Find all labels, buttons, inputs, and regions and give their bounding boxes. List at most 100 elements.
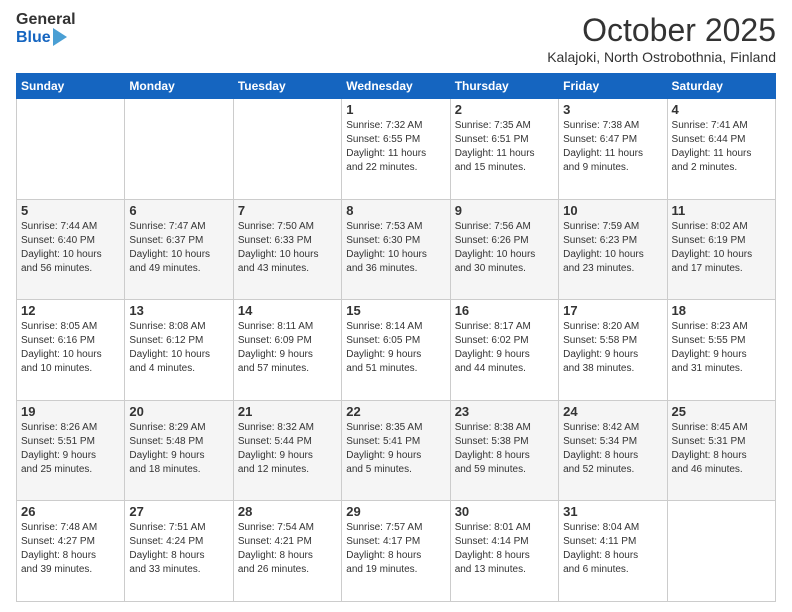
calendar-table: Sunday Monday Tuesday Wednesday Thursday… [16,73,776,602]
day-info: Sunrise: 8:08 AM Sunset: 6:12 PM Dayligh… [129,320,228,376]
day-info: Sunrise: 7:32 AM Sunset: 6:55 PM Dayligh… [346,119,445,175]
table-row: 19 Sunrise: 8:26 AM Sunset: 5:51 PM Dayli… [17,400,125,501]
day-info: Sunrise: 8:45 AM Sunset: 5:31 PM Dayligh… [672,421,771,477]
month-title: October 2025 [547,12,776,49]
day-info: Sunrise: 7:53 AM Sunset: 6:30 PM Dayligh… [346,220,445,276]
logo-blue-text: Blue [16,28,76,46]
day-info: Sunrise: 8:23 AM Sunset: 5:55 PM Dayligh… [672,320,771,376]
calendar-week-1: 1Sunrise: 7:32 AM Sunset: 6:55 PM Daylig… [17,99,776,200]
day-info: Sunrise: 8:26 AM Sunset: 5:51 PM Dayligh… [21,421,120,477]
day-info: Sunrise: 7:47 AM Sunset: 6:37 PM Dayligh… [129,220,228,276]
day-info: Sunrise: 7:35 AM Sunset: 6:51 PM Dayligh… [455,119,554,175]
day-number: 21 [238,404,337,419]
day-number: 15 [346,303,445,318]
day-number: 11 [672,203,771,218]
day-number: 17 [563,303,662,318]
day-number: 9 [455,203,554,218]
weekday-header-row: Sunday Monday Tuesday Wednesday Thursday… [17,74,776,99]
day-number: 3 [563,102,662,117]
table-row [125,99,233,200]
table-row: 1Sunrise: 7:32 AM Sunset: 6:55 PM Daylig… [342,99,450,200]
col-friday: Friday [559,74,667,99]
calendar-week-2: 5Sunrise: 7:44 AM Sunset: 6:40 PM Daylig… [17,199,776,300]
day-number: 10 [563,203,662,218]
day-number: 30 [455,504,554,519]
table-row: 22Sunrise: 8:35 AM Sunset: 5:41 PM Dayli… [342,400,450,501]
table-row: 9 Sunrise: 7:56 AM Sunset: 6:26 PM Daylig… [450,199,558,300]
day-info: Sunrise: 7:38 AM Sunset: 6:47 PM Dayligh… [563,119,662,175]
day-info: Sunrise: 8:20 AM Sunset: 5:58 PM Dayligh… [563,320,662,376]
col-wednesday: Wednesday [342,74,450,99]
day-info: Sunrise: 8:05 AM Sunset: 6:16 PM Dayligh… [21,320,120,376]
day-info: Sunrise: 8:42 AM Sunset: 5:34 PM Dayligh… [563,421,662,477]
table-row: 16 Sunrise: 8:17 AM Sunset: 6:02 PM Dayli… [450,300,558,401]
day-number: 14 [238,303,337,318]
col-saturday: Saturday [667,74,775,99]
day-number: 13 [129,303,228,318]
day-number: 16 [455,303,554,318]
day-info: Sunrise: 8:38 AM Sunset: 5:38 PM Dayligh… [455,421,554,477]
title-block: October 2025 Kalajoki, North Ostrobothni… [547,12,776,65]
table-row: 27Sunrise: 7:51 AM Sunset: 4:24 PM Dayli… [125,501,233,602]
day-info: Sunrise: 8:01 AM Sunset: 4:14 PM Dayligh… [455,521,554,577]
table-row [233,99,341,200]
day-number: 28 [238,504,337,519]
page-container: General Blue October 2025 Kalajoki, Nort… [0,0,792,612]
day-info: Sunrise: 8:17 AM Sunset: 6:02 PM Dayligh… [455,320,554,376]
calendar-week-4: 19 Sunrise: 8:26 AM Sunset: 5:51 PM Dayli… [17,400,776,501]
day-number: 25 [672,404,771,419]
table-row: 25 Sunrise: 8:45 AM Sunset: 5:31 PM Dayli… [667,400,775,501]
table-row: 24 Sunrise: 8:42 AM Sunset: 5:34 PM Dayli… [559,400,667,501]
table-row: 14 Sunrise: 8:11 AM Sunset: 6:09 PM Dayli… [233,300,341,401]
day-info: Sunrise: 8:11 AM Sunset: 6:09 PM Dayligh… [238,320,337,376]
day-number: 8 [346,203,445,218]
col-monday: Monday [125,74,233,99]
day-info: Sunrise: 8:02 AM Sunset: 6:19 PM Dayligh… [672,220,771,276]
table-row: 7Sunrise: 7:50 AM Sunset: 6:33 PM Daylig… [233,199,341,300]
table-row: 12 Sunrise: 8:05 AM Sunset: 6:16 PM Dayli… [17,300,125,401]
day-info: Sunrise: 7:57 AM Sunset: 4:17 PM Dayligh… [346,521,445,577]
table-row: 11 Sunrise: 8:02 AM Sunset: 6:19 PM Dayli… [667,199,775,300]
day-number: 24 [563,404,662,419]
table-row: 8 Sunrise: 7:53 AM Sunset: 6:30 PM Daylig… [342,199,450,300]
table-row: 5Sunrise: 7:44 AM Sunset: 6:40 PM Daylig… [17,199,125,300]
location-text: Kalajoki, North Ostrobothnia, Finland [547,49,776,65]
table-row: 6 Sunrise: 7:47 AM Sunset: 6:37 PM Daylig… [125,199,233,300]
day-info: Sunrise: 8:35 AM Sunset: 5:41 PM Dayligh… [346,421,445,477]
day-number: 31 [563,504,662,519]
table-row: 31Sunrise: 8:04 AM Sunset: 4:11 PM Dayli… [559,501,667,602]
table-row: 3 Sunrise: 7:38 AM Sunset: 6:47 PM Daylig… [559,99,667,200]
day-info: Sunrise: 7:44 AM Sunset: 6:40 PM Dayligh… [21,220,120,276]
table-row: 4Sunrise: 7:41 AM Sunset: 6:44 PM Daylig… [667,99,775,200]
logo: General Blue [16,12,76,46]
day-number: 12 [21,303,120,318]
day-info: Sunrise: 8:14 AM Sunset: 6:05 PM Dayligh… [346,320,445,376]
day-number: 20 [129,404,228,419]
table-row [17,99,125,200]
table-row: 28Sunrise: 7:54 AM Sunset: 4:21 PM Dayli… [233,501,341,602]
day-info: Sunrise: 7:48 AM Sunset: 4:27 PM Dayligh… [21,521,120,577]
day-number: 26 [21,504,120,519]
table-row: 26 Sunrise: 7:48 AM Sunset: 4:27 PM Dayli… [17,501,125,602]
day-number: 23 [455,404,554,419]
day-number: 19 [21,404,120,419]
day-number: 6 [129,203,228,218]
day-info: Sunrise: 8:32 AM Sunset: 5:44 PM Dayligh… [238,421,337,477]
logo-general-text: General [16,12,76,28]
table-row: 21 Sunrise: 8:32 AM Sunset: 5:44 PM Dayli… [233,400,341,501]
day-number: 18 [672,303,771,318]
col-tuesday: Tuesday [233,74,341,99]
table-row: 29 Sunrise: 7:57 AM Sunset: 4:17 PM Dayli… [342,501,450,602]
table-row: 18 Sunrise: 8:23 AM Sunset: 5:55 PM Dayli… [667,300,775,401]
day-info: Sunrise: 7:50 AM Sunset: 6:33 PM Dayligh… [238,220,337,276]
table-row: 15 Sunrise: 8:14 AM Sunset: 6:05 PM Dayli… [342,300,450,401]
table-row: 10Sunrise: 7:59 AM Sunset: 6:23 PM Dayli… [559,199,667,300]
day-number: 29 [346,504,445,519]
day-info: Sunrise: 7:41 AM Sunset: 6:44 PM Dayligh… [672,119,771,175]
col-sunday: Sunday [17,74,125,99]
logo-triangle-icon [53,28,67,46]
table-row [667,501,775,602]
day-info: Sunrise: 7:56 AM Sunset: 6:26 PM Dayligh… [455,220,554,276]
table-row: 17 Sunrise: 8:20 AM Sunset: 5:58 PM Dayli… [559,300,667,401]
day-info: Sunrise: 7:51 AM Sunset: 4:24 PM Dayligh… [129,521,228,577]
